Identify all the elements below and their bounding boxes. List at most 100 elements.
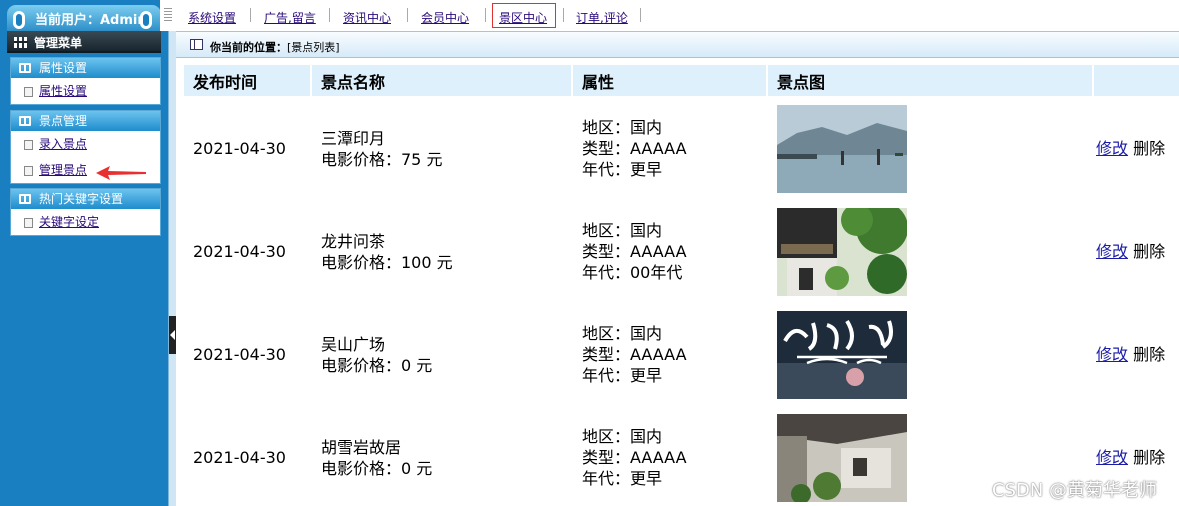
nav-member-center[interactable]: 会员中心 (421, 9, 469, 26)
nav-scenic-center[interactable]: 景区中心 (499, 9, 547, 26)
sidebar-group-keywords: 热门关键字设置 关键字设定 (10, 188, 161, 236)
attr-type: 类型：AAAAA (582, 345, 687, 364)
delete-label[interactable]: 删除 (1133, 345, 1165, 364)
scenic-name: 吴山广场 (321, 334, 386, 354)
sidebar-group-header[interactable]: 景点管理 (11, 111, 160, 131)
document-icon (24, 140, 33, 150)
attr-type: 类型：AAAAA (582, 139, 687, 158)
sidebar-group-header[interactable]: 热门关键字设置 (11, 189, 160, 209)
table-row: 2021-04-30 吴山广场 电影价格：0 元 地区：国内类型：AAAAA 年代：… (184, 304, 1179, 405)
breadcrumb-label: 你当前的位置：[景点列表] (210, 39, 340, 55)
grid-icon (14, 37, 28, 48)
sidebar-group-title: 热门关键字设置 (39, 192, 124, 206)
scenic-thumbnail (777, 310, 907, 399)
watermark: CSDN @黄菊华老师 (992, 480, 1158, 501)
cell-image (768, 98, 1092, 199)
nav-divider (407, 8, 408, 22)
scenic-price: 电影价格：75 元 (321, 149, 443, 169)
cell-actions: 修改 删除 (1094, 201, 1179, 302)
cell-image (768, 201, 1092, 302)
nav-divider (250, 8, 251, 22)
column-header-attributes: 属性 (573, 65, 766, 96)
attr-type: 类型：AAAAA (582, 448, 687, 467)
nav-divider (640, 8, 641, 22)
sidebar-link-add-scenic[interactable]: 录入景点 (39, 137, 87, 151)
attr-era: 年代：更早 (582, 366, 663, 385)
scenic-name: 胡雪岩故居 (321, 437, 402, 457)
scenic-name: 龙井问茶 (321, 231, 386, 251)
panel-splitter[interactable] (168, 0, 176, 506)
cell-date: 2021-04-30 (184, 304, 310, 405)
cell-attributes: 地区：国内类型：AAAAA 年代：00年代 (573, 201, 766, 302)
cell-date: 2021-04-30 (184, 407, 310, 506)
menu-title: 管理菜单 (34, 36, 83, 50)
document-icon (24, 166, 33, 176)
attr-region: 地区：国内 (582, 324, 663, 343)
table-row: 2021-04-30 龙井问茶 电影价格：100 元 地区：国内类型：AAAAA 年… (184, 201, 1179, 302)
cell-attributes: 地区：国内类型：AAAAA 年代：更早 (573, 407, 766, 506)
sidebar-group-title: 属性设置 (39, 61, 88, 75)
sidebar-link-attribute-settings[interactable]: 属性设置 (39, 84, 87, 98)
attr-region: 地区：国内 (582, 118, 663, 137)
sidebar-item-add-scenic: 录入景点 (11, 131, 160, 157)
book-icon (19, 116, 31, 126)
document-icon (24, 87, 33, 97)
window-icon (190, 39, 203, 50)
scenic-list-table: 发布时间 景点名称 属性 景点图 2021-04-30 三潭印月 电影价格：75 … (182, 63, 1179, 506)
current-user-label: 当前用户：Admin (35, 13, 147, 28)
attr-era: 年代：更早 (582, 469, 663, 488)
delete-label[interactable]: 删除 (1133, 242, 1165, 261)
current-user-bar: 当前用户：Admin (7, 5, 161, 31)
cell-actions: 修改 删除 (1094, 304, 1179, 405)
delete-label[interactable]: 删除 (1133, 139, 1165, 158)
column-header-date: 发布时间 (184, 65, 310, 96)
nav-ads-messages[interactable]: 广告,留言 (264, 9, 316, 26)
sidebar-group-header[interactable]: 属性设置 (11, 58, 160, 78)
edit-link[interactable]: 修改 (1096, 345, 1128, 364)
cell-image (768, 304, 1092, 405)
edit-link[interactable]: 修改 (1096, 242, 1128, 261)
attr-region: 地区：国内 (582, 427, 663, 446)
breadcrumb: 你当前的位置：[景点列表] (176, 31, 1179, 58)
scenic-price: 电影价格：100 元 (321, 252, 453, 272)
cell-actions: 修改 删除 (1094, 98, 1179, 199)
sidebar-link-keyword-settings[interactable]: 关键字设定 (39, 215, 99, 229)
sidebar-item-attribute-settings: 属性设置 (11, 78, 160, 104)
column-header-image: 景点图 (768, 65, 1092, 96)
scenic-thumbnail (777, 413, 907, 502)
cell-attributes: 地区：国内类型：AAAAA 年代：更早 (573, 304, 766, 405)
column-header-actions (1094, 65, 1179, 96)
attr-region: 地区：国内 (582, 221, 663, 240)
sidebar-link-manage-scenic[interactable]: 管理景点 (39, 163, 87, 177)
edit-link[interactable]: 修改 (1096, 139, 1128, 158)
sidebar-group-attributes: 属性设置 属性设置 (10, 57, 161, 105)
cell-date: 2021-04-30 (184, 201, 310, 302)
attr-era: 年代：更早 (582, 160, 663, 179)
column-header-name: 景点名称 (312, 65, 571, 96)
sidebar-group-title: 景点管理 (39, 114, 88, 128)
attr-era: 年代：00年代 (582, 263, 683, 282)
scenic-price: 电影价格：0 元 (321, 458, 433, 478)
breadcrumb-location: [景点列表] (287, 41, 340, 54)
nav-orders-reviews[interactable]: 订单,评论 (576, 9, 628, 26)
top-navigation: 系统设置 广告,留言 资讯中心 会员中心 景区中心 订单,评论 (160, 0, 1179, 31)
ring-icon (13, 11, 25, 29)
nav-divider (563, 8, 564, 22)
menu-title-bar: 管理菜单 (7, 31, 161, 53)
scenic-thumbnail (777, 207, 907, 296)
cell-name: 吴山广场 电影价格：0 元 (312, 304, 571, 405)
cell-date: 2021-04-30 (184, 98, 310, 199)
scenic-thumbnail (777, 104, 907, 193)
nav-news-center[interactable]: 资讯中心 (343, 9, 391, 26)
breadcrumb-prefix: 你当前的位置： (210, 41, 287, 54)
edit-link[interactable]: 修改 (1096, 448, 1128, 467)
cell-attributes: 地区：国内类型：AAAAA 年代：更早 (573, 98, 766, 199)
collapse-toggle[interactable] (169, 316, 176, 354)
red-arrow-icon (96, 166, 146, 180)
attr-type: 类型：AAAAA (582, 242, 687, 261)
table-row: 2021-04-30 三潭印月 电影价格：75 元 地区：国内 类型：AAAAA 年代… (184, 98, 1179, 199)
delete-label[interactable]: 删除 (1133, 448, 1165, 467)
scenic-price: 电影价格：0 元 (321, 355, 433, 375)
nav-system-settings[interactable]: 系统设置 (188, 9, 236, 26)
nav-divider (485, 8, 486, 22)
